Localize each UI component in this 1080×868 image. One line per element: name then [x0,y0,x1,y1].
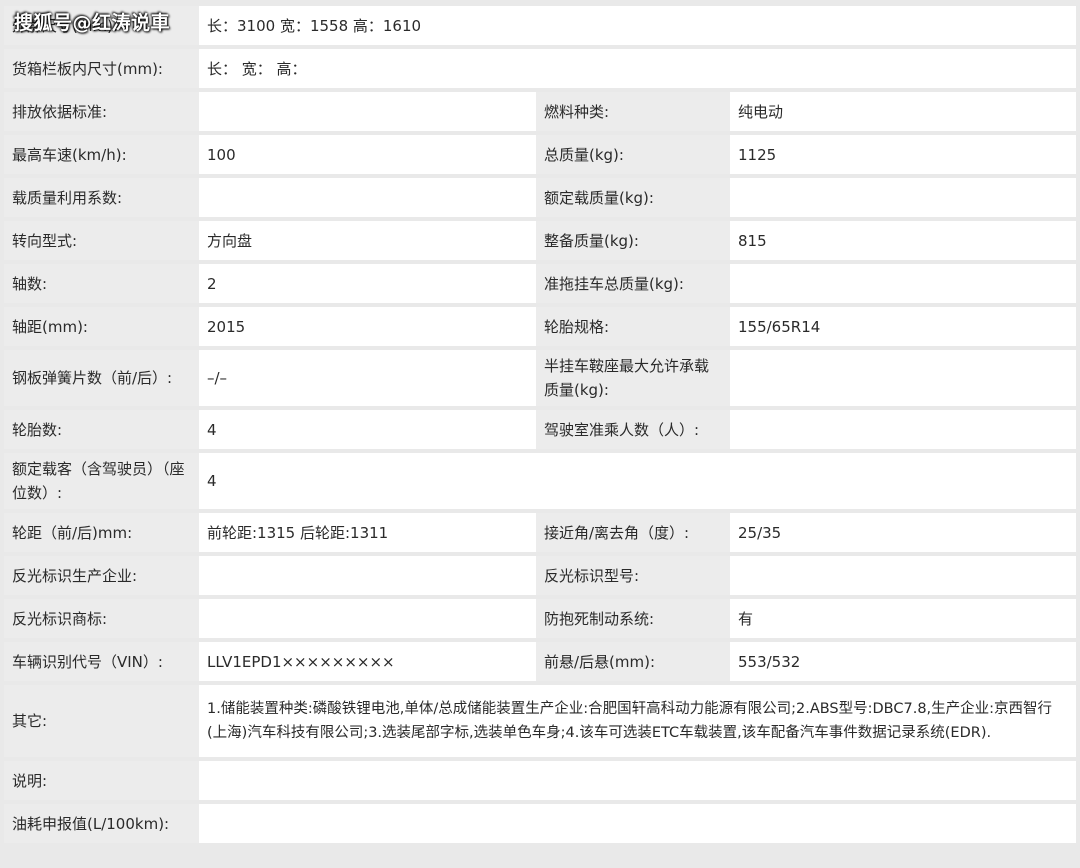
row-label-2: 整备质量(kg): [536,221,730,260]
table-row: 车辆识别代号（VIN）: LLV1EPD1××××××××× 前悬/后悬(mm)… [4,642,1076,681]
row-value-2: 1125 [730,135,1076,174]
row-label: 反光标识生产企业: [4,556,199,595]
row-value: LLV1EPD1××××××××× [199,642,536,681]
table-row: 轴数: 2 准拖挂车总质量(kg): [4,264,1076,303]
table-row: 轮胎数: 4 驾驶室准乘人数（人）: [4,410,1076,449]
row-value [199,92,536,131]
row-value-2: 553/532 [730,642,1076,681]
row-label: 钢板弹簧片数（前/后）: [4,350,199,406]
row-value: 前轮距:1315 后轮距:1311 [199,513,536,552]
row-label-2: 轮胎规格: [536,307,730,346]
row-label: 油耗申报值(L/100km): [4,804,199,843]
row-value [199,804,1076,843]
table-row: 货箱栏板内尺寸(mm): 长： 宽： 高： [4,49,1076,88]
row-value-2: 25/35 [730,513,1076,552]
row-value: 方向盘 [199,221,536,260]
row-value: 长：3100 宽：1558 高：1610 [199,6,1076,45]
row-value [199,178,536,217]
row-value-2: 155/65R14 [730,307,1076,346]
row-label-2: 总质量(kg): [536,135,730,174]
row-label: 转向型式: [4,221,199,260]
row-value-2 [730,178,1076,217]
table-row: 其它: 1.储能装置种类:磷酸铁锂电池,单体/总成储能装置生产企业:合肥国轩高科… [4,685,1076,757]
table-row: 油耗申报值(L/100km): [4,804,1076,843]
table-row: 反光标识生产企业: 反光标识型号: [4,556,1076,595]
row-value-2: 纯电动 [730,92,1076,131]
table-row: 钢板弹簧片数（前/后）: –/– 半挂车鞍座最大允许承载质量(kg): [4,350,1076,406]
row-label-2: 接近角/离去角（度）: [536,513,730,552]
row-label: 货箱栏板内尺寸(mm): [4,49,199,88]
row-value-2 [730,264,1076,303]
row-label-2: 驾驶室准乘人数（人）: [536,410,730,449]
spec-table: 外廓尺寸(mm): 长：3100 宽：1558 高：1610 货箱栏板内尺寸(m… [4,2,1076,847]
row-label-2: 半挂车鞍座最大允许承载质量(kg): [536,350,730,406]
row-value-2: 815 [730,221,1076,260]
row-value-2 [730,556,1076,595]
row-label: 其它: [4,685,199,757]
row-label: 轴数: [4,264,199,303]
row-value: 4 [199,453,1076,509]
row-label-2: 准拖挂车总质量(kg): [536,264,730,303]
row-label: 排放依据标准: [4,92,199,131]
row-value [199,761,1076,800]
row-value-2: 有 [730,599,1076,638]
row-value [199,556,536,595]
table-row: 额定载客（含驾驶员）（座位数）: 4 [4,453,1076,509]
row-value-2 [730,350,1076,406]
row-value: 1.储能装置种类:磷酸铁锂电池,单体/总成储能装置生产企业:合肥国轩高科动力能源… [199,685,1076,757]
row-value: 4 [199,410,536,449]
table-row: 载质量利用系数: 额定载质量(kg): [4,178,1076,217]
row-label-2: 燃料种类: [536,92,730,131]
spec-sheet: 外廓尺寸(mm): 长：3100 宽：1558 高：1610 货箱栏板内尺寸(m… [4,6,1076,862]
row-label-2: 额定载质量(kg): [536,178,730,217]
row-label-2: 前悬/后悬(mm): [536,642,730,681]
row-label: 最高车速(km/h): [4,135,199,174]
row-label: 轮距（前/后)mm: [4,513,199,552]
table-row: 轮距（前/后)mm: 前轮距:1315 后轮距:1311 接近角/离去角（度）:… [4,513,1076,552]
row-label-2: 防抱死制动系统: [536,599,730,638]
row-value-2 [730,410,1076,449]
row-label: 轮胎数: [4,410,199,449]
table-row: 反光标识商标: 防抱死制动系统: 有 [4,599,1076,638]
row-label: 额定载客（含驾驶员）（座位数）: [4,453,199,509]
row-value: –/– [199,350,536,406]
row-label: 车辆识别代号（VIN）: [4,642,199,681]
row-value: 2 [199,264,536,303]
row-value: 2015 [199,307,536,346]
row-value: 100 [199,135,536,174]
row-label: 反光标识商标: [4,599,199,638]
table-row: 排放依据标准: 燃料种类: 纯电动 [4,92,1076,131]
row-value [199,599,536,638]
watermark: 搜狐号@红涛说車 [14,12,171,34]
row-label-2: 反光标识型号: [536,556,730,595]
row-label: 轴距(mm): [4,307,199,346]
row-label: 载质量利用系数: [4,178,199,217]
row-label: 说明: [4,761,199,800]
table-row: 轴距(mm): 2015 轮胎规格: 155/65R14 [4,307,1076,346]
table-row: 转向型式: 方向盘 整备质量(kg): 815 [4,221,1076,260]
table-row: 最高车速(km/h): 100 总质量(kg): 1125 [4,135,1076,174]
table-row: 说明: [4,761,1076,800]
row-value: 长： 宽： 高： [199,49,1076,88]
